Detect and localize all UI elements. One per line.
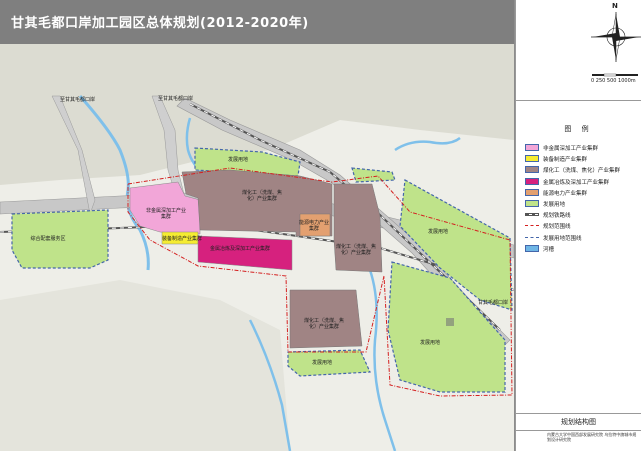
legend-swatch	[525, 225, 539, 227]
land-use-map[interactable]	[0, 0, 514, 451]
map-label-energy: 能源电力产业集群	[298, 220, 329, 232]
coal-chemical-cluster	[333, 183, 383, 273]
legend-item: 规划范围线	[525, 221, 637, 231]
legend-label: 非金属深加工产业集群	[543, 146, 599, 152]
legend-label: 发展用地	[543, 202, 566, 208]
map-label-port: 甘其毛都口岸	[478, 300, 509, 306]
legend-item: 能源电力产业集群	[525, 188, 637, 198]
map-label-development: 发展用地	[312, 360, 333, 366]
legend-label: 装备制造产业集群	[543, 157, 588, 164]
legend-item: 非金属深加工产业集群	[525, 143, 637, 153]
map-label-metal: 金属冶炼及深加工产业集群	[210, 246, 271, 252]
legend-title: 图 例	[564, 125, 593, 133]
legend-item: 规划铁路线	[525, 210, 637, 220]
legend-item: 河槽	[525, 244, 637, 254]
map-label-nonferrous: 非金属深加工产业集群	[145, 208, 186, 220]
map-label-coal-chemical: 煤化工（洗煤、焦化）产业集群	[335, 244, 376, 256]
credit-box: 内蒙古大学中国西部发展研究院 乌拉特中旗城市规划设计研究院	[516, 430, 641, 451]
north-label: N	[612, 2, 618, 10]
compass-box: N 0 250 500 1000m	[516, 0, 641, 101]
map-panel[interactable]: 甘其毛都口岸加工园区总体规划(2012-2020年) 至甘其毛都口岸 至甘其毛都…	[0, 0, 514, 451]
map-label-port-road: 至甘其毛都口岸	[158, 96, 194, 102]
lake	[446, 318, 454, 326]
credit-text: 内蒙古大学中国西部发展研究院 乌拉特中旗城市规划设计研究院	[547, 432, 637, 442]
map-label-development: 发展用地	[428, 229, 449, 235]
legend-swatch	[525, 177, 539, 185]
legend-label: 发展用地范围线	[543, 235, 582, 242]
legend-swatch	[525, 236, 539, 238]
legend-swatch	[525, 166, 539, 174]
legend-item: 发展用地	[525, 199, 637, 209]
map-label-development: 发展用地	[420, 340, 441, 346]
legend-swatch	[525, 244, 539, 252]
map-label-equipment: 装备制造产业集群	[162, 236, 203, 242]
north-arrow-icon	[591, 12, 641, 77]
legend-label: 规划铁路线	[543, 213, 571, 220]
map-label-coal-chemical: 煤化工（洗煤、焦化）产业集群	[303, 318, 344, 330]
map-label-coal-chemical: 煤化工（洗煤、焦化）产业集群	[241, 190, 282, 202]
plan-name-box: 规划结构图	[516, 413, 641, 431]
legend-label: 规划范围线	[543, 224, 571, 231]
legend-item: 装备制造产业集群	[525, 154, 637, 164]
legend-label: 煤化工（洗煤、焦化）产业集群	[543, 168, 621, 175]
legend-item: 金属冶炼及深加工产业集群	[525, 177, 637, 187]
legend-swatch	[525, 188, 539, 196]
map-label-development: 发展用地	[228, 157, 249, 163]
legend-label: 河槽	[543, 246, 555, 253]
legend-panel: N 0 250 500 1000m 图 例 非金属深加工产业集群 装备制造产业集群…	[515, 0, 641, 451]
plan-name: 规划结构图	[561, 418, 596, 426]
legend-swatch	[525, 155, 539, 163]
legend-item: 煤化工（洗煤、焦化）产业集群	[525, 165, 637, 175]
legend-swatch	[525, 200, 539, 207]
map-title: 甘其毛都口岸加工园区总体规划(2012-2020年)	[11, 16, 309, 31]
legend-item: 发展用地范围线	[525, 233, 637, 243]
legend-swatch	[525, 144, 539, 151]
legend-label: 金属冶炼及深加工产业集群	[543, 179, 610, 186]
legend-label: 能源电力产业集群	[543, 190, 588, 197]
map-label-service-zone: 综合配套服务区	[30, 236, 66, 242]
plan-sheet: 甘其毛都口岸加工园区总体规划(2012-2020年) 至甘其毛都口岸 至甘其毛都…	[0, 0, 641, 451]
scale-bar-label: 0 250 500 1000m	[591, 78, 636, 84]
map-label-port-road: 至甘其毛都口岸	[60, 97, 96, 103]
legend-swatch	[525, 213, 539, 217]
